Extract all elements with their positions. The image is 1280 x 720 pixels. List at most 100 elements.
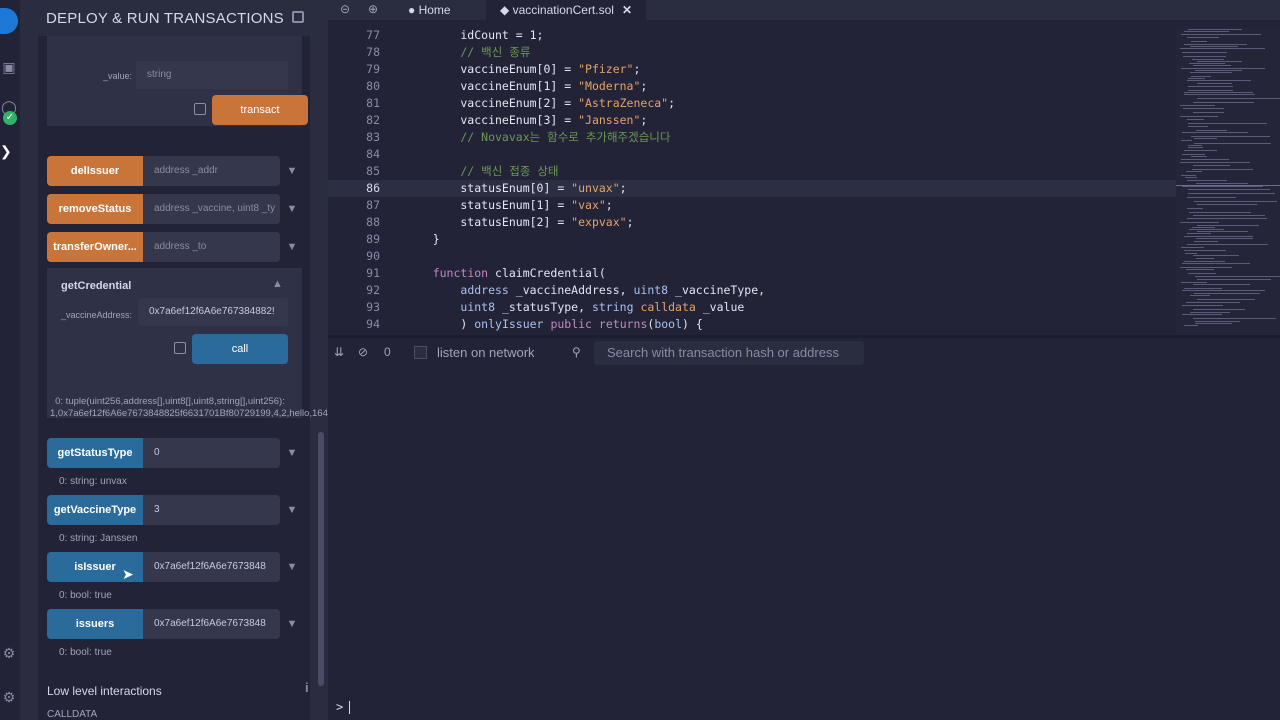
removestatus-input[interactable]: address _vaccine, uint8 _ty bbox=[143, 194, 280, 224]
code-line[interactable]: 80 vaccineEnum[1] = "Moderna"; bbox=[328, 78, 1176, 95]
line-number: 81 bbox=[366, 96, 380, 110]
code-line[interactable]: 93 uint8 _statusType, string calldata _v… bbox=[328, 299, 1176, 316]
code-text: // 백신 종류 bbox=[405, 45, 531, 59]
line-number: 79 bbox=[366, 62, 380, 76]
getvaccinetype-button[interactable]: getVaccineType bbox=[47, 495, 143, 525]
delissuer-input[interactable]: address _addr bbox=[143, 156, 280, 186]
code-text: uint8 _statusType, string calldata _valu… bbox=[460, 300, 745, 314]
code-editor[interactable]: 77 idCount = 1; 78 // 백신 종류 79 vaccineEnum… bbox=[328, 27, 1176, 335]
getvaccinetype-input[interactable]: 3 bbox=[143, 495, 280, 525]
terminal-prompt[interactable]: > bbox=[336, 700, 351, 714]
function-row-delissuer: delIssuer address _addr ▼ bbox=[38, 156, 310, 186]
code-line[interactable]: 85 // 백신 접종 상태 bbox=[328, 163, 1176, 180]
transferownership-input[interactable]: address _to bbox=[143, 232, 280, 262]
chevron-up-icon[interactable]: ▲ bbox=[272, 278, 283, 290]
removestatus-button[interactable]: removeStatus bbox=[47, 194, 143, 224]
line-number: 83 bbox=[366, 130, 380, 144]
code-line[interactable]: 81 vaccineEnum[2] = "AstraZeneca"; bbox=[328, 95, 1176, 112]
settings-gear-icon[interactable]: ⚙ bbox=[0, 688, 18, 706]
low-level-title: Low level interactions bbox=[47, 684, 162, 698]
issuers-input[interactable]: 0x7a6ef12f6A6e7673848 bbox=[143, 609, 280, 639]
code-line[interactable]: 89 } bbox=[328, 231, 1176, 248]
plugin-manager-icon[interactable]: ⚙ bbox=[0, 644, 18, 662]
code-line[interactable]: 78 // 백신 종류 bbox=[328, 44, 1176, 61]
listen-checkbox[interactable] bbox=[414, 346, 427, 359]
issuers-button[interactable]: issuers bbox=[47, 609, 143, 639]
mouse-cursor-icon: ➤ bbox=[122, 566, 134, 582]
deploy-run-icon[interactable]: ❯ bbox=[0, 144, 12, 158]
panel-title: DEPLOY & RUN TRANSACTIONS bbox=[46, 10, 284, 27]
code-line[interactable]: 88 statusEnum[2] = "expvax"; bbox=[328, 214, 1176, 231]
code-line[interactable]: 82 vaccineEnum[3] = "Janssen"; bbox=[328, 112, 1176, 129]
panel-scrollbar[interactable] bbox=[318, 432, 324, 686]
chevron-down-icon[interactable]: ▼ bbox=[282, 194, 302, 224]
code-text: vaccineEnum[1] = "Moderna"; bbox=[405, 79, 648, 93]
listen-label: listen on network bbox=[437, 345, 535, 360]
function-row-getstatustype: getStatusType 0 ▼ bbox=[38, 438, 310, 468]
docs-icon[interactable] bbox=[292, 11, 304, 23]
code-text: address _vaccineAddress, uint8 _vaccineT… bbox=[460, 283, 766, 297]
code-line[interactable]: 84 bbox=[328, 146, 1176, 163]
chevron-down-icon[interactable]: ▼ bbox=[282, 156, 302, 186]
transferownership-button[interactable]: transferOwner... bbox=[47, 232, 143, 262]
icon-rail: ▣ ◯ ✓ ❯ ⚙ ⚙ bbox=[0, 0, 20, 720]
code-text: statusEnum[2] = "expvax"; bbox=[405, 215, 634, 229]
code-line[interactable]: 77 idCount = 1; bbox=[328, 27, 1176, 44]
remix-ide: ▣ ◯ ✓ ❯ ⚙ ⚙ DEPLOY & RUN TRANSACTIONS _v… bbox=[0, 0, 1280, 720]
getstatustype-button[interactable]: getStatusType bbox=[47, 438, 143, 468]
transact-button[interactable]: transact bbox=[212, 95, 308, 125]
tab-bar: ⊝ ⊕ ● Home ◆ vaccinationCert.sol ✕ bbox=[328, 0, 1280, 20]
search-input[interactable]: Search with transaction hash or address bbox=[594, 341, 864, 365]
code-line[interactable]: 86 statusEnum[0] = "unvax"; bbox=[328, 180, 1176, 197]
value-param-input[interactable]: string bbox=[136, 61, 288, 89]
compiled-check-icon: ✓ bbox=[3, 111, 17, 125]
vaccine-address-input[interactable]: 0x7a6ef12f6A6e767384882! bbox=[138, 298, 288, 326]
getstatustype-input[interactable]: 0 bbox=[143, 438, 280, 468]
tab-home-label: Home bbox=[418, 3, 451, 17]
minimap-slider[interactable] bbox=[1176, 185, 1280, 186]
tab-home[interactable]: ● Home bbox=[400, 0, 459, 20]
zoom-in-icon[interactable]: ⊕ bbox=[368, 2, 378, 16]
line-number: 91 bbox=[366, 266, 380, 280]
chevron-down-icon[interactable]: ▼ bbox=[282, 552, 302, 582]
home-icon: ● bbox=[408, 3, 419, 17]
code-text: function claimCredential( bbox=[432, 266, 606, 280]
info-icon[interactable]: i bbox=[305, 680, 309, 695]
minimap[interactable] bbox=[1176, 27, 1280, 335]
contract-functions: _value: string transact delIssuer addres… bbox=[38, 36, 328, 720]
code-line[interactable]: 91 function claimCredential( bbox=[328, 265, 1176, 282]
code-line[interactable]: 90 bbox=[328, 248, 1176, 265]
clear-console-icon[interactable]: ⊘ bbox=[358, 345, 368, 359]
chevron-down-icon[interactable]: ▼ bbox=[282, 609, 302, 639]
vaccine-address-label: _vaccineAddress: bbox=[61, 310, 133, 320]
line-number: 78 bbox=[366, 45, 380, 59]
solidity-icon: ◆ bbox=[500, 3, 513, 17]
chevron-down-icon[interactable]: ▼ bbox=[282, 495, 302, 525]
code-line[interactable]: 87 statusEnum[1] = "vax"; bbox=[328, 197, 1176, 214]
code-line[interactable]: 94 ) onlyIssuer public returns(bool) { bbox=[328, 316, 1176, 333]
getcredential-title: getCredential bbox=[61, 280, 132, 292]
code-line[interactable]: 92 address _vaccineAddress, uint8 _vacci… bbox=[328, 282, 1176, 299]
editor-area: ⊝ ⊕ ● Home ◆ vaccinationCert.sol ✕ 77 idC… bbox=[328, 0, 1280, 720]
line-number: 94 bbox=[366, 317, 380, 331]
close-tab-icon[interactable]: ✕ bbox=[622, 3, 632, 17]
code-text: vaccineEnum[3] = "Janssen"; bbox=[405, 113, 648, 127]
copy-calldata-icon[interactable] bbox=[174, 342, 186, 354]
file-explorer-icon[interactable]: ▣ bbox=[0, 58, 18, 76]
chevron-down-icon[interactable]: ▼ bbox=[282, 232, 302, 262]
function-row-transferownership: transferOwner... address _to ▼ bbox=[38, 232, 310, 262]
delissuer-button[interactable]: delIssuer bbox=[47, 156, 143, 186]
isissuer-input[interactable]: 0x7a6ef12f6A6e7673848 bbox=[143, 552, 280, 582]
code-text: vaccineEnum[0] = "Pfizer"; bbox=[405, 62, 641, 76]
remix-logo-icon[interactable] bbox=[0, 8, 18, 34]
code-line[interactable]: 79 vaccineEnum[0] = "Pfizer"; bbox=[328, 61, 1176, 78]
chevron-down-icon[interactable]: ▼ bbox=[282, 438, 302, 468]
zoom-out-icon[interactable]: ⊝ bbox=[340, 2, 350, 16]
call-button[interactable]: call bbox=[192, 334, 288, 364]
collapse-terminal-icon[interactable]: ⇊ bbox=[334, 345, 344, 359]
copy-calldata-icon[interactable] bbox=[194, 103, 206, 115]
value-param-label: _value: bbox=[103, 71, 133, 81]
tab-file[interactable]: ◆ vaccinationCert.sol ✕ bbox=[486, 0, 647, 20]
code-line[interactable]: 83 // Novavax는 함수로 추가해주겠습니다 bbox=[328, 129, 1176, 146]
tab-file-label: vaccinationCert.sol bbox=[512, 3, 614, 17]
